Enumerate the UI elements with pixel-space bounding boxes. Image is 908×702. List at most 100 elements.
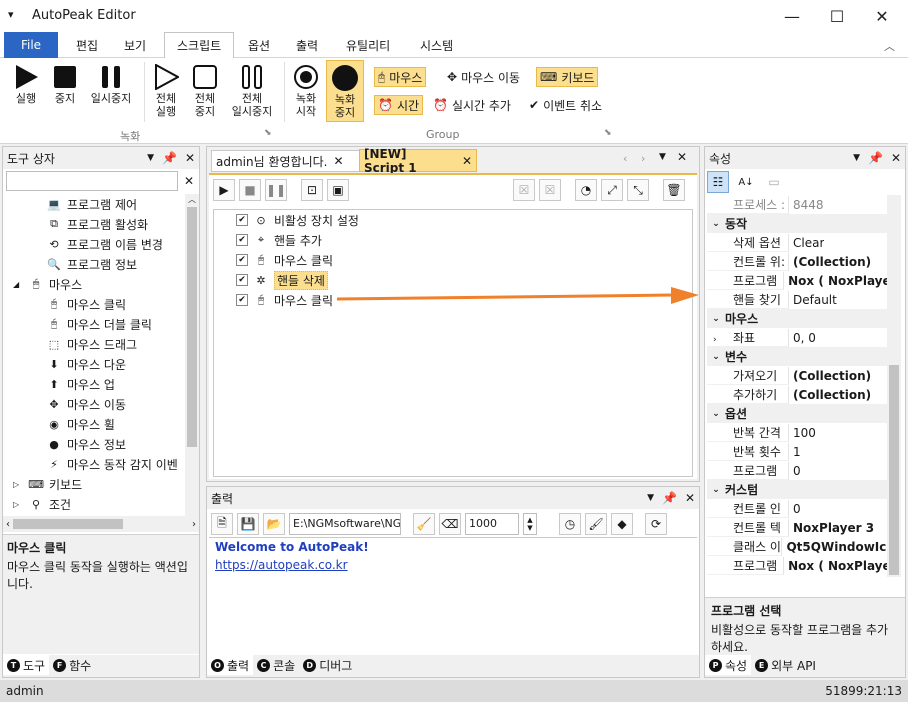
stop-all-button[interactable]: 전체 중지 (190, 62, 220, 118)
property-category[interactable]: ⌄ 마우스 (707, 309, 887, 328)
checkbox[interactable]: ✔ (236, 294, 248, 306)
toolbox-item[interactable]: ▷ ⌨ 키보드 (3, 474, 185, 494)
toolbox-item[interactable]: ⚡ 마우스 동작 감지 이벤 (3, 454, 185, 474)
collapse-arrow-icon[interactable]: ⌄ (707, 485, 725, 495)
categorized-button[interactable]: ☷ (707, 171, 729, 193)
pin-icon[interactable]: 📌 (662, 491, 677, 505)
property-value[interactable]: 0 (789, 464, 801, 478)
toolbox-hscrollbar[interactable]: ‹ › (3, 516, 199, 532)
close-icon[interactable]: ✕ (185, 151, 195, 165)
toolbox-item[interactable]: ⬚ 마우스 드래그 (3, 334, 185, 354)
property-value[interactable]: 100 (789, 426, 816, 440)
tab-properties[interactable]: P 속성 (705, 655, 752, 675)
expand-arrow-icon[interactable]: ▷ (13, 500, 23, 509)
property-row[interactable]: 컨트롤 인 0 (707, 499, 887, 518)
close-icon[interactable]: ✕ (685, 491, 695, 505)
tab-output-log[interactable]: O 출력 (207, 655, 254, 675)
property-value[interactable]: Default (789, 293, 837, 307)
property-row[interactable]: 추가하기 (Collection) (707, 385, 887, 404)
dialog-launcher-icon[interactable]: ⬊ (604, 128, 612, 138)
property-value[interactable]: Nox ( NoxPlayer (784, 559, 887, 573)
property-value[interactable]: 1 (789, 445, 801, 459)
toolbox-scrollbar[interactable]: ︿ (185, 194, 199, 516)
tab-script[interactable]: 스크립트 (164, 32, 235, 58)
tab-functions[interactable]: F 함수 (49, 655, 95, 675)
script-item[interactable]: ✔ ⌖ 핸들 추가 (214, 230, 692, 250)
toolbox-item[interactable]: ⬇ 마우스 다운 (3, 354, 185, 374)
log-path-input[interactable]: E:\NGMsoftware\NG (289, 513, 401, 535)
pin-icon[interactable]: 📌 (162, 151, 177, 165)
script-item[interactable]: ✔ 🖰 마우스 클릭 (214, 250, 692, 270)
close-icon[interactable]: ✕ (891, 151, 901, 165)
property-row[interactable]: 반복 횟수 1 (707, 442, 887, 461)
expand-button[interactable]: ⤢ (601, 179, 623, 201)
mouse-move-toggle[interactable]: ✥ 마우스 이동 (444, 67, 523, 87)
property-row[interactable]: › 좌표 0, 0 (707, 328, 887, 347)
collapse-arrow-icon[interactable]: ⌄ (707, 409, 725, 419)
keyboard-toggle[interactable]: ⌨ 키보드 (536, 67, 599, 87)
pin-icon[interactable]: 📌 (868, 151, 883, 165)
tab-welcome[interactable]: admin님 환영합니다. ✕ (211, 150, 361, 172)
refresh-button[interactable]: ⟳ (645, 513, 667, 535)
collapse-button[interactable]: ⤡ (627, 179, 649, 201)
property-value[interactable]: 0 (789, 502, 801, 516)
record-stop-button[interactable]: 녹화 중지 (326, 60, 364, 122)
tab-tools[interactable]: T 도구 (3, 655, 50, 675)
tab-scroll-left-icon[interactable]: ‹ (623, 152, 627, 165)
property-row[interactable]: 컨트롤 텍 NoxPlayer 3 (707, 518, 887, 537)
property-category[interactable]: ⌄ 동작 (707, 214, 887, 233)
tab-list-icon[interactable]: ▼ (659, 152, 666, 162)
toolbox-item[interactable]: ▷ ⚲ 조건 (3, 494, 185, 514)
property-row[interactable]: 프로그램 0 (707, 461, 887, 480)
debug-button[interactable]: ▣ (327, 179, 349, 201)
property-row[interactable]: 가져오기 (Collection) (707, 366, 887, 385)
toolbox-item[interactable]: 💻 프로그램 제어 (3, 194, 185, 214)
run-button[interactable]: 실행 (10, 62, 42, 105)
toolbox-item[interactable]: ⟲ 프로그램 이름 변경 (3, 234, 185, 254)
property-pages-button[interactable]: ▭ (763, 171, 785, 193)
property-row[interactable]: 반복 간격 100 (707, 423, 887, 442)
pause-all-button[interactable]: 전체 일시중지 (226, 62, 278, 118)
property-category[interactable]: ⌄ 커스텀 (707, 480, 887, 499)
pause-button[interactable]: 일시중지 (86, 62, 136, 105)
interval-stepper[interactable]: ▲ ▼ (523, 513, 537, 535)
property-row[interactable]: 프로그램 Nox ( NoxPlayer (707, 556, 887, 575)
interval-input[interactable]: 1000 (465, 513, 519, 535)
event-cancel-toggle[interactable]: ✔ 이벤트 취소 (526, 95, 605, 115)
property-row[interactable]: 프로세스 :8448 (707, 195, 887, 214)
expand-arrow-icon[interactable]: ▷ (13, 480, 23, 489)
property-value[interactable]: (Collection) (789, 388, 871, 402)
tab-options[interactable]: 옵션 (236, 32, 282, 58)
tab-scroll-right-icon[interactable]: › (641, 152, 645, 165)
step-button[interactable]: ⊡ (301, 179, 323, 201)
maximize-button[interactable]: ☐ (815, 0, 859, 32)
dropdown-icon[interactable]: ▼ (647, 493, 654, 503)
property-value[interactable]: (Collection) (789, 255, 871, 269)
toolbox-search-input[interactable] (6, 171, 178, 191)
property-row[interactable]: 컨트롤 위: (Collection) (707, 252, 887, 271)
realtime-add-toggle[interactable]: ⏰ 실시간 추가 (430, 95, 514, 115)
toolbox-item[interactable]: ◢ 🖱 마우스 (3, 274, 185, 294)
tab-utility[interactable]: 유틸리티 (334, 32, 402, 58)
pause-button[interactable]: ❚❚ (265, 179, 287, 201)
record-start-button[interactable]: 녹화 시작 (290, 62, 322, 118)
property-category[interactable]: ⌄ 변수 (707, 347, 887, 366)
fill-button[interactable]: ◆ (611, 513, 633, 535)
checkbox[interactable]: ✔ (236, 274, 248, 286)
tab-system[interactable]: 시스템 (408, 32, 465, 58)
hscroll-thumb[interactable] (13, 519, 123, 529)
checkbox[interactable]: ✔ (236, 254, 248, 266)
property-value[interactable]: 0, 0 (789, 331, 816, 345)
property-value[interactable]: (Collection) (789, 369, 871, 383)
scroll-right-icon[interactable]: › (189, 519, 199, 530)
brush-button[interactable]: 🖌 (585, 513, 607, 535)
tab-console[interactable]: C 콘솔 (253, 655, 299, 675)
remove-all-button[interactable]: ☒ (539, 179, 561, 201)
toolbox-item[interactable]: 🖰 마우스 클릭 (3, 294, 185, 314)
property-category[interactable]: ⌄ 옵션 (707, 404, 887, 423)
tab-view[interactable]: 보기 (112, 32, 158, 58)
toolbox-item[interactable]: 🖰 마우스 더블 클릭 (3, 314, 185, 334)
scroll-left-icon[interactable]: ‹ (3, 519, 13, 530)
toolbox-item[interactable]: ⧉ 프로그램 활성화 (3, 214, 185, 234)
history-button[interactable]: ◔ (575, 179, 597, 201)
